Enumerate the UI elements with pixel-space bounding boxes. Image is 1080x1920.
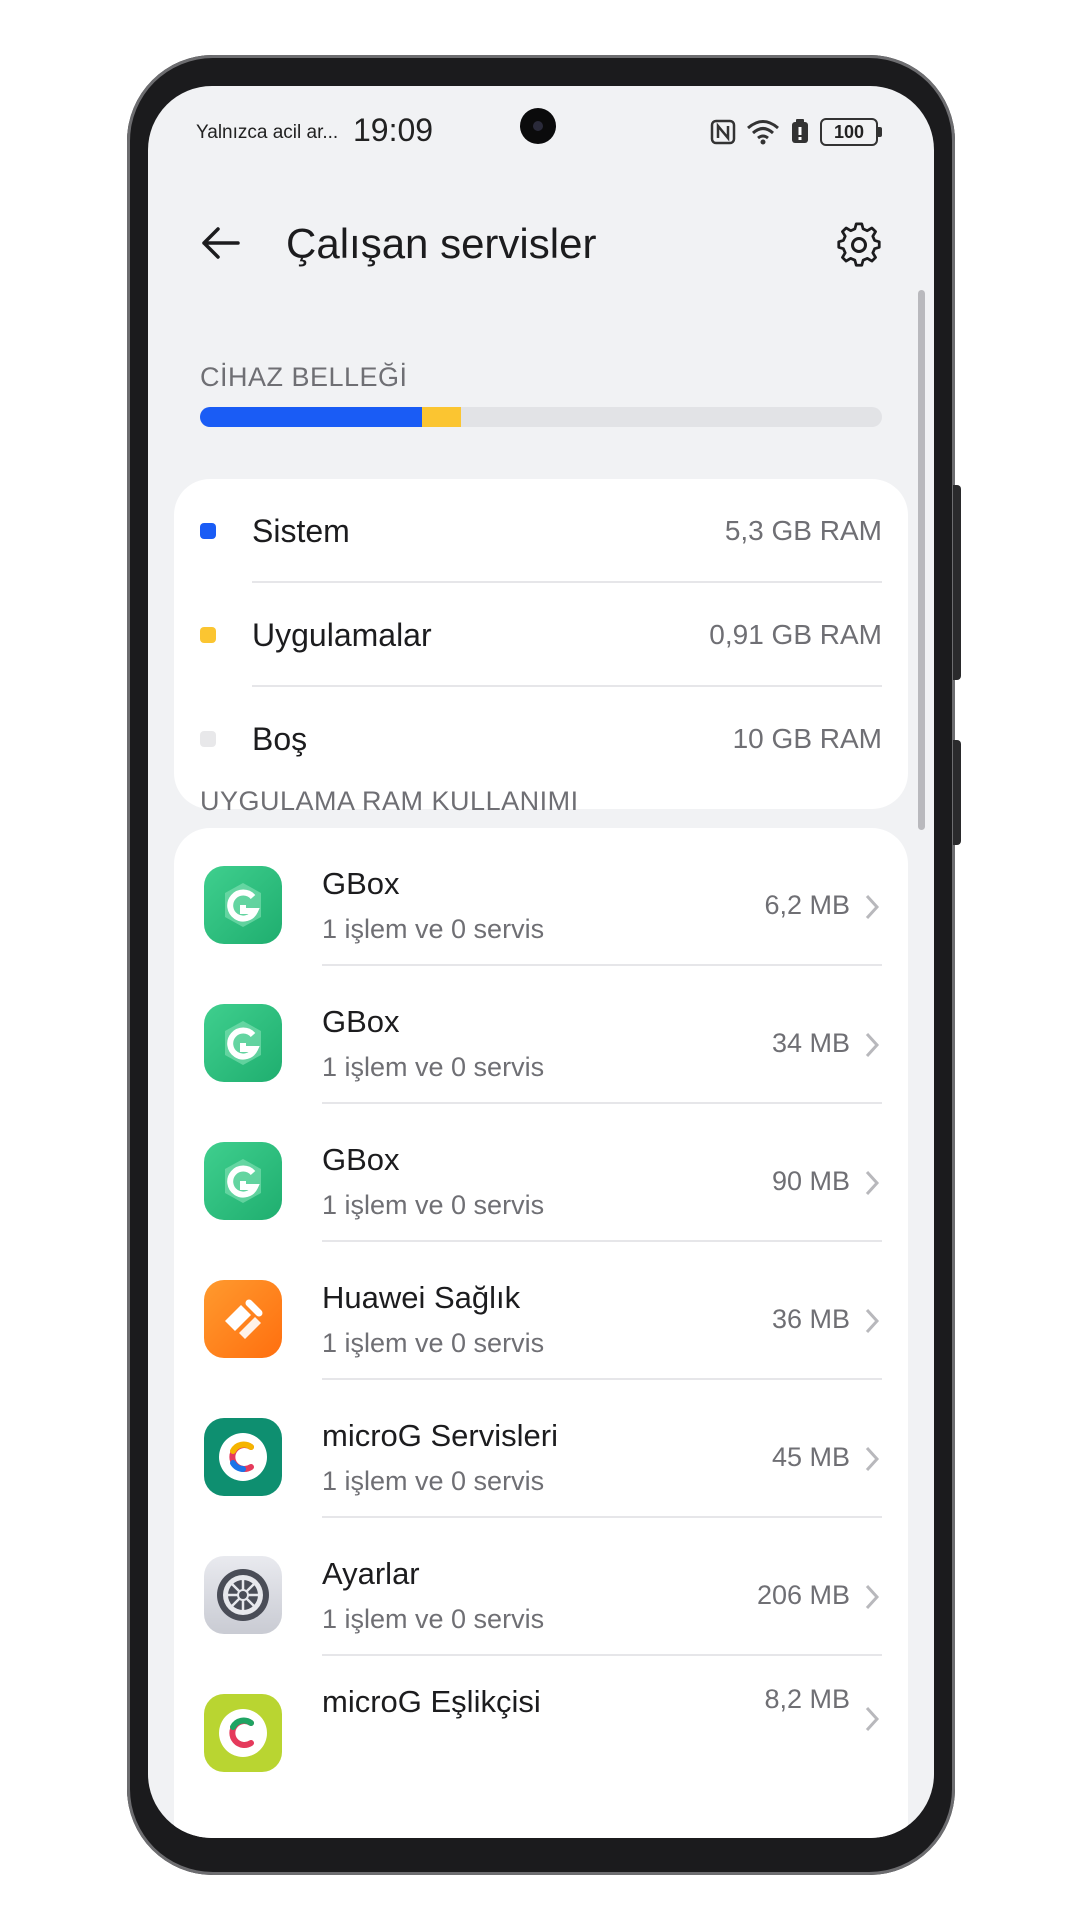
list-item[interactable]: GBox 1 işlem ve 0 servis 6,2 MB [174,828,908,966]
app-process-info: 1 işlem ve 0 servis [322,1190,545,1220]
app-ram-size: 6,2 MB [764,890,850,920]
front-camera [520,108,556,144]
back-arrow-icon[interactable] [196,218,246,268]
wifi-icon [747,120,779,145]
memory-row-free: Boş 10 GB RAM [174,687,908,791]
app-bar: Çalışan servisler [148,196,934,296]
app-name: GBox [322,1004,400,1039]
chevron-right-icon [865,1170,880,1196]
list-item[interactable]: microG Servisleri 1 işlem ve 0 servis 45… [174,1380,908,1518]
app-name: microG Servisleri [322,1418,558,1453]
nfc-icon [710,119,736,145]
memory-value: 10 GB RAM [732,723,882,754]
gbox-icon [204,866,282,944]
memory-label: Sistem [252,513,350,549]
chevron-right-icon [865,1308,880,1334]
gbox-icon [204,1004,282,1082]
chevron-right-icon [865,1032,880,1058]
app-ram-size: 34 MB [771,1028,850,1058]
power-button [953,740,961,845]
page-title: Çalışan servisler [286,220,597,267]
gbox-icon [204,1142,282,1220]
microg-icon [204,1418,282,1496]
memory-bar-system [200,407,423,427]
apps-section-label: UYGULAMA RAM KULLANIMI [200,786,579,816]
settings-app-icon [204,1556,282,1634]
battery-saver-icon [792,119,808,143]
memory-usage-bar [200,407,882,427]
carrier-text: Yalnızca acil ar... [196,122,339,143]
app-name: GBox [322,1142,400,1177]
memory-value: 0,91 GB RAM [709,619,882,650]
app-process-info: 1 işlem ve 0 servis [322,1052,545,1082]
memory-row-system: Sistem 5,3 GB RAM [174,479,908,583]
microg-companion-icon [204,1694,282,1772]
free-color-dot [200,731,216,747]
app-name: Huawei Sağlık [322,1280,521,1315]
memory-label: Uygulamalar [252,617,432,653]
app-name: GBox [322,866,400,901]
app-ram-size: 90 MB [771,1166,850,1196]
app-process-info: 1 işlem ve 0 servis [322,1604,545,1634]
screen: Yalnızca acil ar... 19:09 100 Çalışan se… [148,86,934,1838]
system-color-dot [200,523,216,539]
status-time: 19:09 [353,112,434,148]
battery-level: 100 [833,121,865,142]
scrollbar[interactable] [918,290,925,830]
battery-icon: 100 [820,118,882,146]
app-name: Ayarlar [322,1556,420,1591]
chevron-right-icon [865,1584,880,1610]
app-ram-size: 45 MB [771,1442,850,1472]
list-item[interactable]: microG Eşlikçisi 8,2 MB [174,1656,908,1794]
memory-label: Boş [252,721,308,757]
memory-bar-apps [422,407,461,427]
chevron-right-icon [865,1706,880,1732]
volume-button [953,485,961,680]
app-ram-size: 36 MB [771,1304,850,1334]
list-item[interactable]: GBox 1 işlem ve 0 servis 34 MB [174,966,908,1104]
gear-icon[interactable] [836,222,882,268]
memory-section-label: CİHAZ BELLEĞİ [200,362,408,392]
huawei-health-icon [204,1280,282,1358]
app-process-info: 1 işlem ve 0 servis [322,1466,545,1496]
chevron-right-icon [865,1446,880,1472]
apps-color-dot [200,627,216,643]
app-process-info: 1 işlem ve 0 servis [322,1328,545,1358]
app-ram-size: 206 MB [756,1580,850,1610]
app-list-card: GBox 1 işlem ve 0 servis 6,2 MB GBox 1 i… [174,828,908,1838]
memory-row-apps: Uygulamalar 0,91 GB RAM [174,583,908,687]
status-icons: 100 [710,118,882,146]
chevron-right-icon [865,894,880,920]
memory-card: Sistem 5,3 GB RAM Uygulamalar 0,91 GB RA… [174,479,908,809]
app-ram-size: 8,2 MB [764,1684,850,1714]
memory-value: 5,3 GB RAM [724,515,882,546]
list-item[interactable]: Huawei Sağlık 1 işlem ve 0 servis 36 MB [174,1242,908,1380]
app-name: microG Eşlikçisi [322,1684,541,1719]
list-item[interactable]: GBox 1 işlem ve 0 servis 90 MB [174,1104,908,1242]
status-bar: Yalnızca acil ar... 19:09 100 [148,86,934,186]
list-item[interactable]: Ayarlar 1 işlem ve 0 servis 206 MB [174,1518,908,1656]
app-process-info: 1 işlem ve 0 servis [322,914,545,944]
